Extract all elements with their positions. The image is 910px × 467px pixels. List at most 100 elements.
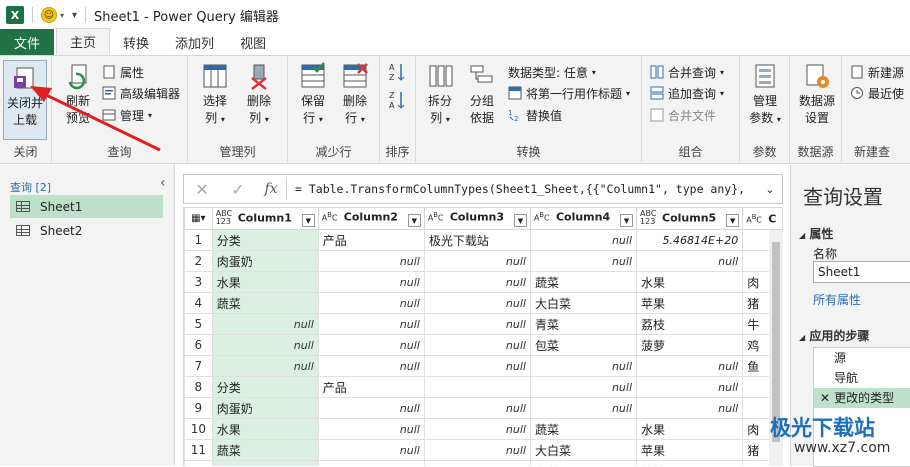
properties-button[interactable]: 属性 xyxy=(102,62,144,82)
column-header-5[interactable]: ABC 123 Column5 ▼ xyxy=(636,207,744,230)
filter-dropdown-icon[interactable]: ▼ xyxy=(301,214,315,227)
tab-file[interactable]: 文件 xyxy=(0,29,55,55)
data-type-dropdown[interactable]: 数据类型: 任意 ▾ xyxy=(508,62,596,82)
table-cell[interactable]: 蔬菜 xyxy=(529,418,638,440)
column-header-1[interactable]: ABC 123 Column1 ▼ xyxy=(211,207,319,230)
cancel-formula-icon[interactable]: ✕ xyxy=(184,180,220,199)
table-cell[interactable]: null xyxy=(636,397,744,419)
tab-home[interactable]: 主页 xyxy=(56,28,111,55)
query-name-input[interactable]: Sheet1 xyxy=(813,261,910,283)
filter-dropdown-icon[interactable]: ▼ xyxy=(726,214,740,227)
table-cell[interactable]: null xyxy=(423,313,531,335)
table-cell[interactable]: null xyxy=(423,355,531,377)
table-cell[interactable]: null xyxy=(317,313,425,335)
table-cell[interactable]: null xyxy=(529,229,638,251)
type-any-icon[interactable]: ABC 123 xyxy=(640,210,662,226)
table-cell[interactable]: 青菜 xyxy=(529,460,638,466)
table-cell[interactable]: 荔枝 xyxy=(636,460,744,466)
use-first-row-headers-button[interactable]: 将第一行用作标题 ▾ xyxy=(508,83,630,103)
table-cell[interactable]: 产品 xyxy=(317,229,425,251)
applied-steps-header[interactable]: ◢ 应用的步骤 xyxy=(799,327,869,344)
table-cell[interactable]: 水果 xyxy=(636,271,744,293)
delete-step-icon[interactable]: ✕ xyxy=(820,391,830,405)
table-cell[interactable]: 蔬菜 xyxy=(211,292,319,314)
table-cell[interactable]: null xyxy=(317,418,425,440)
query-item-sheet2[interactable]: Sheet2 xyxy=(10,219,163,242)
table-cell[interactable] xyxy=(211,460,319,466)
table-cell[interactable]: null xyxy=(529,355,638,377)
smiley-feedback-icon[interactable]: ☺ xyxy=(41,7,57,23)
table-cell[interactable]: null xyxy=(636,355,744,377)
table-cell[interactable]: null xyxy=(423,271,531,293)
new-source-button[interactable]: 新建源 xyxy=(850,62,904,82)
row-number[interactable]: 7 xyxy=(184,355,213,377)
table-cell[interactable]: null xyxy=(423,334,531,356)
table-cell[interactable]: null xyxy=(423,439,531,461)
expand-formula-icon[interactable]: ⌄ xyxy=(758,183,782,196)
table-cell[interactable]: null xyxy=(317,397,425,419)
row-number[interactable]: 9 xyxy=(184,397,213,419)
advanced-editor-button[interactable]: 高级编辑器 xyxy=(102,83,180,103)
row-number[interactable]: 6 xyxy=(184,334,213,356)
table-cell[interactable]: null xyxy=(529,397,638,419)
split-column-button[interactable]: 拆分 列 ▾ xyxy=(422,62,458,128)
table-cell[interactable]: 水果 xyxy=(211,271,319,293)
table-cell[interactable]: 极光下载站 xyxy=(423,229,531,251)
table-cell[interactable]: null xyxy=(317,271,425,293)
type-any-icon[interactable]: ABC 123 xyxy=(216,210,238,226)
table-cell[interactable]: 大白菜 xyxy=(529,439,638,461)
table-cell[interactable]: 大白菜 xyxy=(529,292,638,314)
row-number[interactable]: 10 xyxy=(184,418,213,440)
step-navigation[interactable]: 导航 xyxy=(814,368,910,388)
formula-input[interactable]: = Table.TransformColumnTypes(Sheet1_Shee… xyxy=(295,182,758,196)
row-number[interactable]: 4 xyxy=(184,292,213,314)
table-cell[interactable]: null xyxy=(211,313,319,335)
sort-descending-button[interactable]: ZA xyxy=(389,90,405,110)
properties-section-header[interactable]: ◢ 属性 xyxy=(799,225,833,242)
tab-transform[interactable]: 转换 xyxy=(110,29,162,55)
recent-sources-button[interactable]: 最近使 xyxy=(850,83,904,103)
table-cell[interactable]: 蔬菜 xyxy=(211,439,319,461)
table-cell[interactable]: null xyxy=(423,292,531,314)
group-by-button[interactable]: 分组 依据 xyxy=(462,62,502,127)
append-queries-button[interactable]: 追加查询 ▾ xyxy=(650,83,724,103)
feedback-caret-icon[interactable]: ▾ xyxy=(60,11,64,20)
type-text-icon[interactable]: ABC xyxy=(322,211,344,223)
tab-view[interactable]: 视图 xyxy=(227,29,279,55)
choose-columns-button[interactable]: 选择 列 ▾ xyxy=(196,62,234,128)
manage-query-button[interactable]: 管理 ▾ xyxy=(102,105,152,125)
manage-parameters-button[interactable]: 管理 参数 ▾ xyxy=(746,62,784,128)
row-number[interactable]: 1 xyxy=(184,229,213,251)
table-cell[interactable] xyxy=(317,460,425,466)
table-cell[interactable]: 包菜 xyxy=(529,334,638,356)
type-text-icon[interactable]: ABC xyxy=(428,211,450,223)
type-text-icon[interactable]: ABC xyxy=(746,213,768,225)
row-number[interactable]: 5 xyxy=(184,313,213,335)
data-source-settings-button[interactable]: 数据源 设置 xyxy=(796,62,838,127)
table-cell[interactable]: 苹果 xyxy=(636,292,744,314)
table-cell[interactable]: 分类 xyxy=(211,229,319,251)
confirm-formula-icon[interactable]: ✓ xyxy=(220,180,256,199)
table-menu-icon[interactable]: ▦▾ xyxy=(184,207,213,230)
table-cell[interactable]: null xyxy=(317,355,425,377)
table-cell[interactable]: null xyxy=(317,334,425,356)
tab-add-column[interactable]: 添加列 xyxy=(162,29,227,55)
table-cell[interactable]: 分类 xyxy=(211,376,319,398)
table-cell[interactable]: null xyxy=(423,250,531,272)
table-cell[interactable]: 菠萝 xyxy=(636,334,744,356)
row-number[interactable]: 2 xyxy=(184,250,213,272)
table-cell[interactable]: 水果 xyxy=(636,418,744,440)
combine-files-button[interactable]: 合并文件 xyxy=(650,105,716,125)
table-cell[interactable]: null xyxy=(317,439,425,461)
table-cell[interactable]: null xyxy=(211,334,319,356)
table-cell[interactable]: 5.46814E+20 xyxy=(636,229,744,251)
table-cell[interactable]: null xyxy=(529,376,638,398)
filter-dropdown-icon[interactable]: ▼ xyxy=(620,214,634,227)
filter-dropdown-icon[interactable]: ▼ xyxy=(407,214,421,227)
row-number[interactable]: 11 xyxy=(184,439,213,461)
table-cell[interactable]: 荔枝 xyxy=(636,313,744,335)
table-cell[interactable]: 肉蛋奶 xyxy=(211,250,319,272)
row-number[interactable]: 8 xyxy=(184,376,213,398)
column-header-4[interactable]: ABC Column4 ▼ xyxy=(529,207,638,230)
fx-icon[interactable]: fx xyxy=(256,181,286,197)
